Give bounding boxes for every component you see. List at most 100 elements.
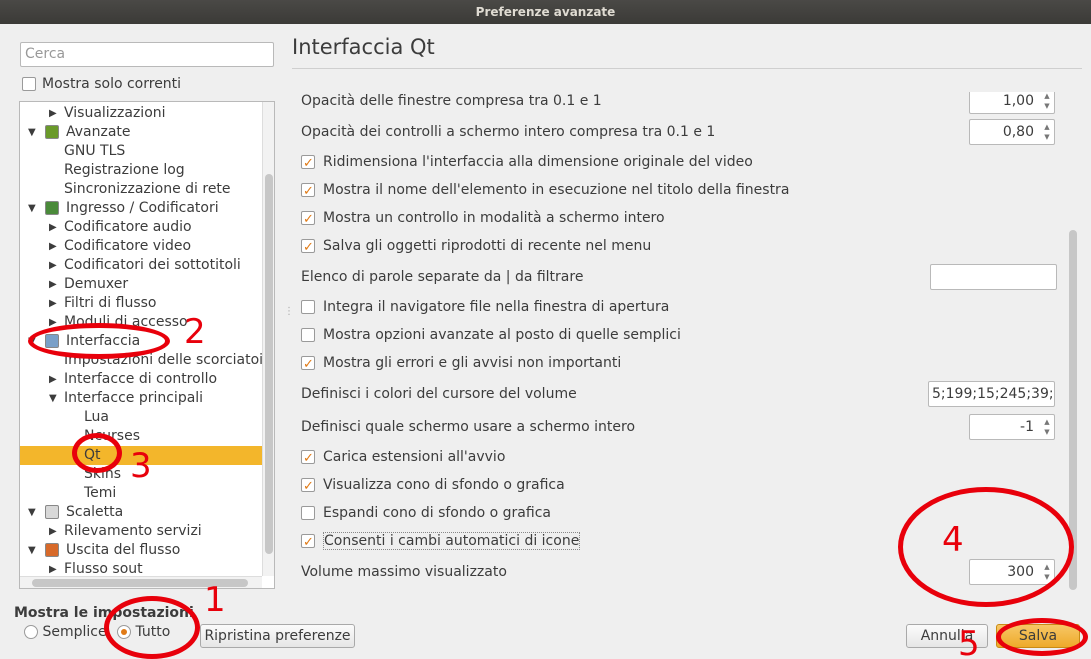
expand-down-icon[interactable]: ▼ [28, 199, 36, 218]
expand-right-icon[interactable]: ▶ [49, 237, 57, 256]
annotation-ellipse [104, 596, 200, 659]
tree-item-label: Codificatori dei sottotitoli [64, 257, 241, 273]
setting-checkbox-row[interactable]: Carica estensioni all'avvio [301, 446, 505, 470]
tree-item[interactable]: Ncurses [20, 427, 262, 446]
expand-right-icon[interactable]: ▶ [49, 218, 57, 237]
checkbox-icon[interactable] [301, 300, 315, 314]
annotation-ellipse [996, 618, 1088, 656]
setting-spinbox[interactable]: 0,80 ▲ ▼ [969, 119, 1055, 145]
setting-label-text: Mostra un controllo in modalità a scherm… [323, 210, 665, 226]
checkbox-checked-icon[interactable] [301, 476, 315, 498]
setting-label-text: Mostra il nome dell'elemento in esecuzio… [323, 182, 790, 198]
expand-down-icon[interactable]: ▼ [28, 503, 36, 522]
spin-arrows-icon[interactable]: ▲ ▼ [1042, 122, 1052, 142]
expand-right-icon[interactable]: ▶ [49, 522, 57, 541]
setting-label: Volume massimo visualizzato [301, 561, 507, 583]
checkbox-icon[interactable] [301, 328, 315, 342]
tree-item[interactable]: Sincronizzazione di rete [20, 180, 262, 199]
checkbox-icon[interactable] [22, 77, 36, 91]
tree-item[interactable]: GNU TLS [20, 142, 262, 161]
setting-label-text: Mostra gli errori e gli avvisi non impor… [323, 355, 622, 371]
setting-spinbox[interactable]: 1,00 ▲ ▼ [969, 92, 1055, 114]
setting-checkbox-row[interactable]: Mostra opzioni avanzate al posto di quel… [301, 324, 681, 346]
tree-item[interactable]: ▼ Scaletta [20, 503, 262, 522]
show-current-label: Mostra solo correnti [42, 76, 182, 92]
spinbox-value: -1 [1020, 419, 1034, 435]
radio-icon[interactable] [24, 625, 38, 639]
setting-checkbox-row[interactable]: Mostra il nome dell'elemento in esecuzio… [301, 179, 790, 203]
checkbox-checked-icon[interactable] [301, 209, 315, 231]
tree-item-label: Interfacce principali [64, 390, 204, 406]
setting-label-text: Salva gli oggetti riprodotti di recente … [323, 238, 652, 254]
annotation-number: 4 [942, 520, 964, 560]
setting-checkbox-row[interactable]: Espandi cono di sfondo o grafica [301, 502, 551, 524]
tree-item-label: Ingresso / Codificatori [66, 200, 219, 216]
tree-item[interactable]: ▼ Avanzate [20, 123, 262, 142]
setting-text-field[interactable]: 5;199;15;245;39;29 [928, 381, 1055, 407]
tree-item-label: Lua [84, 409, 110, 425]
tree-item-label: Avanzate [66, 124, 131, 140]
expand-down-icon[interactable]: ▼ [28, 541, 36, 560]
spin-arrows-icon[interactable]: ▲ ▼ [1042, 417, 1052, 437]
setting-spinbox[interactable]: -1 ▲ ▼ [969, 414, 1055, 440]
checkbox-checked-icon[interactable] [301, 354, 315, 376]
setting-label-text: Ridimensiona l'interfaccia alla dimensio… [323, 154, 753, 170]
tree-item[interactable]: ▶ Demuxer [20, 275, 262, 294]
tree-item[interactable]: ▶ Codificatori dei sottotitoli [20, 256, 262, 275]
expand-right-icon[interactable]: ▶ [49, 370, 57, 389]
setting-label-text: Mostra opzioni avanzate al posto di quel… [323, 327, 681, 343]
tree-item[interactable]: ▶ Interfacce di controllo [20, 370, 262, 389]
tree-item-label: Sincronizzazione di rete [64, 181, 231, 197]
settings-vertical-scrollbar[interactable] [1066, 96, 1080, 594]
annotation-ellipse [72, 433, 122, 473]
spin-arrows-icon[interactable]: ▲ ▼ [1042, 92, 1052, 111]
expand-down-icon[interactable]: ▼ [49, 389, 57, 408]
tree-item-label: Rilevamento servizi [64, 523, 202, 539]
tree-item[interactable]: Registrazione log [20, 161, 262, 180]
expand-right-icon[interactable]: ▶ [49, 275, 57, 294]
setting-label: Elenco di parole separate da | da filtra… [301, 266, 583, 288]
tree-vertical-scrollbar[interactable] [262, 102, 274, 576]
tree-item[interactable]: ▶ Codificatore video [20, 237, 262, 256]
setting-checkbox-row[interactable]: Consenti i cambi automatici di icone [301, 530, 581, 554]
tree-item[interactable]: Temi [20, 484, 262, 503]
setting-checkbox-row[interactable]: Integra il navigatore file nella finestr… [301, 296, 669, 318]
tree-item[interactable]: ▼ Uscita del flusso [20, 541, 262, 560]
tree-horizontal-scrollbar[interactable] [20, 576, 262, 588]
expand-down-icon[interactable]: ▼ [28, 123, 36, 142]
tree-item-label: Demuxer [64, 276, 129, 292]
scroll-thumb[interactable] [265, 174, 273, 554]
setting-checkbox-row[interactable]: Mostra gli errori e gli avvisi non impor… [301, 352, 622, 376]
show-current-checkbox[interactable]: Mostra solo correnti [22, 76, 181, 92]
tree-item-label: Scaletta [66, 504, 124, 520]
checkbox-checked-icon[interactable] [301, 153, 315, 175]
expand-right-icon[interactable]: ▶ [49, 256, 57, 275]
simple-radio[interactable]: Semplice [24, 624, 107, 640]
checkbox-icon[interactable] [301, 506, 315, 520]
tree-item[interactable]: Lua [20, 408, 262, 427]
setting-checkbox-row[interactable]: Salva gli oggetti riprodotti di recente … [301, 235, 652, 259]
checkbox-checked-icon[interactable] [301, 532, 315, 554]
tree-item[interactable]: ▶ Rilevamento servizi [20, 522, 262, 541]
expand-right-icon[interactable]: ▶ [49, 104, 57, 123]
tree-item[interactable]: ▼ Interfacce principali [20, 389, 262, 408]
checkbox-checked-icon[interactable] [301, 448, 315, 470]
tree-item[interactable]: ▶ Visualizzazioni [20, 104, 262, 123]
checkbox-checked-icon[interactable] [301, 237, 315, 259]
expand-right-icon[interactable]: ▶ [49, 294, 57, 313]
window-title: Preferenze avanzate [0, 0, 1091, 24]
tree-item[interactable]: ▶ Filtri di flusso [20, 294, 262, 313]
tree-item[interactable]: ▶ Codificatore audio [20, 218, 262, 237]
reset-preferences-button[interactable]: Ripristina preferenze [200, 624, 355, 648]
tree-item[interactable]: ▼ Ingresso / Codificatori [20, 199, 262, 218]
annotation-number: 3 [130, 446, 152, 486]
setting-label-text: Definisci quale schermo usare a schermo … [301, 419, 636, 435]
checkbox-checked-icon[interactable] [301, 181, 315, 203]
spinbox-value: 0,80 [1002, 124, 1034, 140]
setting-checkbox-row[interactable]: Mostra un controllo in modalità a scherm… [301, 207, 665, 231]
setting-checkbox-row[interactable]: Visualizza cono di sfondo o grafica [301, 474, 565, 498]
setting-label: Opacità dei controlli a schermo intero c… [301, 121, 715, 143]
setting-checkbox-row[interactable]: Ridimensiona l'interfaccia alla dimensio… [301, 151, 753, 175]
setting-text-field[interactable] [930, 264, 1057, 290]
search-input[interactable]: Cerca [20, 42, 274, 67]
